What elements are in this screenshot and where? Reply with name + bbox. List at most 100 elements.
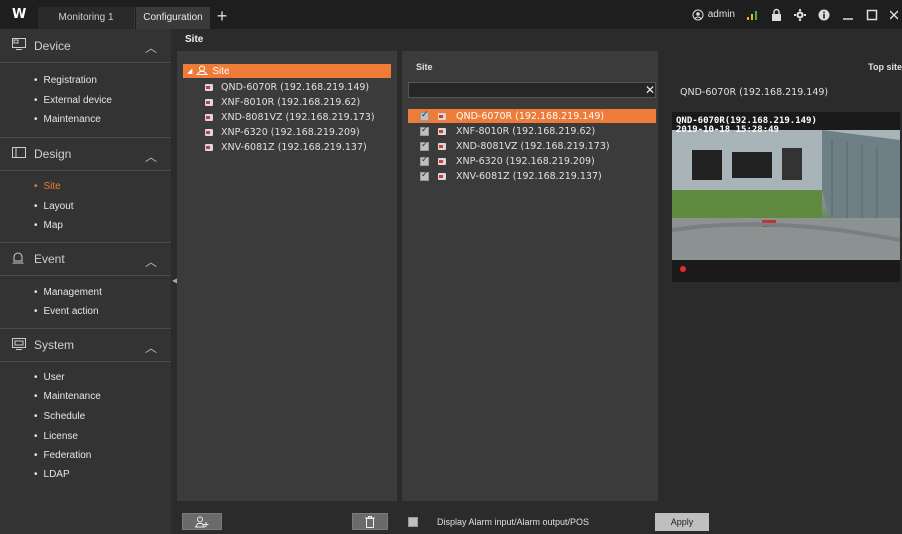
video-frame: [672, 130, 900, 260]
sidebar-section-label: Device: [34, 38, 71, 53]
maximize-icon[interactable]: [866, 9, 878, 21]
list-item-label: XND-8081VZ (192.168.219.173): [456, 140, 610, 152]
lock-icon[interactable]: [771, 8, 782, 21]
list-item[interactable]: XNV-6081Z (192.168.219.137): [408, 169, 656, 183]
sidebar-item-ldap[interactable]: LDAP: [34, 469, 70, 480]
sidebar-item-layout[interactable]: Layout: [34, 201, 74, 212]
video-scene: [672, 130, 900, 260]
checkbox[interactable]: [420, 155, 429, 166]
user-icon: [692, 9, 704, 21]
camera-icon: [204, 83, 215, 92]
alarm-display-checkbox[interactable]: [408, 517, 418, 527]
sidebar-item-user[interactable]: User: [34, 372, 65, 383]
tree-item[interactable]: XNP-6320 (192.168.219.209): [204, 126, 360, 139]
tree-item-label: QND-6070R (192.168.219.149): [221, 82, 370, 93]
system-icon: [12, 337, 28, 353]
fisheye-camera-icon: [204, 98, 215, 107]
checkbox[interactable]: [420, 140, 429, 151]
sidebar-section-label: Event: [34, 252, 65, 266]
sidebar-section-system[interactable]: System ︿: [0, 328, 171, 362]
apply-button[interactable]: Apply: [655, 513, 709, 531]
tree-item[interactable]: XNV-6081Z (192.168.219.137): [204, 141, 367, 154]
sidebar-item-external-device[interactable]: External device: [34, 95, 112, 106]
search-input[interactable]: [408, 82, 656, 98]
sidebar-item-maintenance[interactable]: Maintenance: [34, 114, 101, 125]
tree-item-label: XNV-6081Z (192.168.219.137): [221, 142, 367, 153]
list-item[interactable]: XND-8081VZ (192.168.219.173): [408, 139, 656, 153]
tab-configuration[interactable]: Configuration: [136, 7, 210, 29]
tree-root-site[interactable]: ◢ Site: [183, 64, 391, 78]
title-bar: W Monitoring 1 Configuration + admin: [0, 0, 902, 29]
camera-icon: [204, 113, 215, 122]
sidebar-item-schedule[interactable]: Schedule: [34, 411, 86, 422]
page-title: Site: [185, 34, 204, 45]
chevron-up-icon[interactable]: ︿: [145, 253, 157, 270]
list-item-label: QND-6070R (192.168.219.149): [456, 110, 605, 122]
checkbox[interactable]: [420, 170, 429, 181]
sidebar-item-license[interactable]: License: [34, 431, 78, 442]
window-controls: admin: [692, 0, 902, 29]
sidebar-section-label: System: [34, 338, 75, 352]
ptz-camera-icon: [437, 157, 448, 166]
list-item-label: XNV-6081Z (192.168.219.137): [456, 170, 602, 182]
camera-icon: [437, 112, 448, 121]
sidebar-item-site[interactable]: Site: [34, 181, 61, 192]
add-site-icon: [195, 516, 209, 527]
sidebar-section-design[interactable]: Design ︿: [0, 137, 171, 171]
trash-icon: [365, 515, 375, 528]
tree-item[interactable]: XND-8081VZ (192.168.219.173): [204, 111, 375, 124]
list-item[interactable]: XNF-8010R (192.168.219.62): [408, 124, 656, 138]
tree-item[interactable]: QND-6070R (192.168.219.149): [204, 81, 369, 94]
app-logo: W: [12, 7, 27, 22]
tree-item[interactable]: XNF-8010R (192.168.219.62): [204, 96, 360, 109]
add-tab-button[interactable]: +: [211, 6, 233, 28]
camera-icon: [204, 143, 215, 152]
osd-timestamp: 2019-10-18 15:28:49: [676, 125, 779, 135]
list-panel-label: Site: [416, 62, 433, 72]
minimize-icon[interactable]: [842, 9, 854, 21]
tree-item-label: XND-8081VZ (192.168.219.173): [221, 112, 375, 123]
record-indicator: [680, 266, 686, 272]
info-icon[interactable]: [818, 9, 830, 21]
network-icon[interactable]: [747, 10, 759, 20]
sidebar-item-federation[interactable]: Federation: [34, 450, 92, 461]
delete-button[interactable]: [352, 513, 388, 530]
collapse-handle[interactable]: ◀: [172, 276, 178, 286]
sidebar: Device ︿ Registration External device Ma…: [0, 29, 171, 534]
list-item-label: XNP-6320 (192.168.219.209): [456, 155, 595, 167]
user-name: admin: [707, 9, 735, 20]
tab-monitoring[interactable]: Monitoring 1: [38, 7, 135, 29]
device-icon: [12, 38, 28, 53]
site-icon: [196, 65, 209, 78]
tree-item-label: XNP-6320 (192.168.219.209): [221, 127, 360, 138]
sidebar-item-map[interactable]: Map: [34, 220, 63, 231]
sidebar-section-event[interactable]: Event ︿: [0, 242, 171, 276]
checkbox[interactable]: [420, 110, 429, 121]
sidebar-section-device[interactable]: Device ︿: [0, 29, 171, 63]
list-item-label: XNF-8010R (192.168.219.62): [456, 125, 596, 137]
camera-icon: [437, 142, 448, 151]
expand-arrow-icon[interactable]: ◢: [187, 67, 192, 75]
close-icon[interactable]: [890, 9, 898, 21]
chevron-up-icon[interactable]: ︿: [145, 39, 157, 56]
sidebar-item-registration[interactable]: Registration: [34, 75, 97, 86]
sidebar-item-maintenance[interactable]: Maintenance: [34, 391, 101, 402]
fisheye-camera-icon: [437, 127, 448, 136]
gear-icon[interactable]: [794, 8, 806, 21]
user-menu[interactable]: admin: [692, 9, 735, 21]
list-item[interactable]: QND-6070R (192.168.219.149): [408, 109, 656, 123]
sidebar-section-label: Design: [34, 147, 72, 161]
add-site-button[interactable]: [182, 513, 222, 530]
clear-search-button[interactable]: ✕: [643, 82, 657, 98]
chevron-up-icon[interactable]: ︿: [145, 339, 157, 356]
checkbox[interactable]: [420, 125, 429, 136]
camera-icon: [437, 172, 448, 181]
tree-item-label: XNF-8010R (192.168.219.62): [221, 97, 361, 108]
ptz-camera-icon: [204, 128, 215, 137]
sidebar-item-management[interactable]: Management: [34, 287, 102, 298]
sidebar-item-event-action[interactable]: Event action: [34, 306, 99, 317]
tree-root-label: Site: [212, 65, 230, 77]
camera-title: QND-6070R (192.168.219.149): [680, 87, 829, 98]
list-item[interactable]: XNP-6320 (192.168.219.209): [408, 154, 656, 168]
chevron-up-icon[interactable]: ︿: [145, 148, 157, 165]
